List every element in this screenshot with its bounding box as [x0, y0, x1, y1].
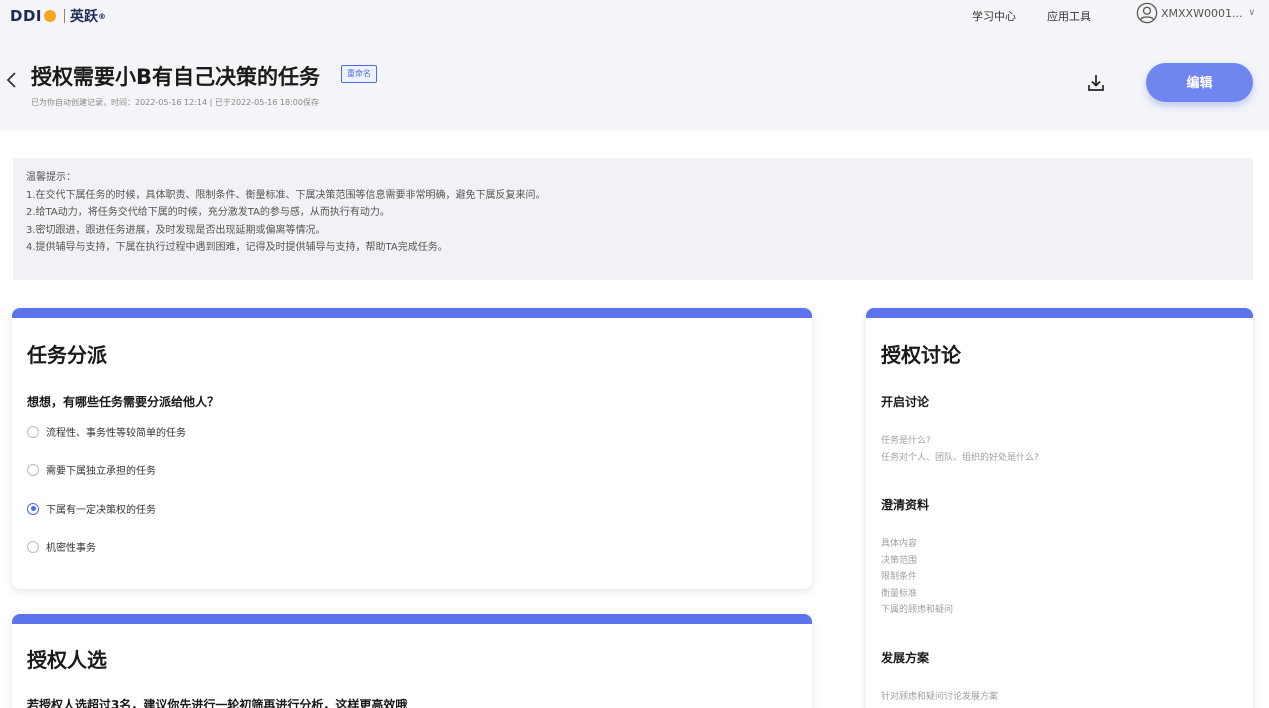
- radio-button[interactable]: [27, 425, 39, 438]
- card-title: 任务分派: [27, 343, 107, 367]
- option-label: 需要下属独立承担的任务: [46, 466, 156, 477]
- radio-button[interactable]: [27, 463, 39, 476]
- list-item: 下属的顾虑和疑问: [881, 605, 954, 615]
- section-heading: 开启讨论: [881, 395, 930, 409]
- radio-button-selected[interactable]: [27, 502, 39, 515]
- download-icon[interactable]: [1086, 73, 1106, 93]
- save-status-text: 已为你自动创建记录，时间：2022-05-16 12:14 | 已于2022-0…: [31, 98, 319, 107]
- list-item: 任务是什么?: [881, 436, 931, 446]
- section-items: 任务是什么? 任务对个人、团队、组织的好处是什么?: [881, 433, 1039, 466]
- discussion-card: 授权讨论 开启讨论 任务是什么? 任务对个人、团队、组织的好处是什么? 澄清资料…: [866, 308, 1253, 708]
- logo-dot: [43, 10, 56, 22]
- section-heading: 发展方案: [881, 651, 930, 665]
- logo-registered-mark: ®: [97, 11, 106, 21]
- nav-link-app-tools[interactable]: 应用工具: [1047, 8, 1091, 24]
- chevron-down-icon: ∨: [1248, 8, 1256, 18]
- logo-divider: [63, 9, 65, 23]
- card-question: 若授权人选超过3名，建议你先进行一轮初筛再进行分析，这样更高效哦: [27, 698, 408, 708]
- chevron-left-icon[interactable]: [5, 70, 19, 90]
- card-title: 授权人选: [27, 648, 107, 672]
- tips-heading: 温馨提示：: [26, 172, 76, 183]
- radio-button[interactable]: [27, 540, 39, 553]
- card-question: 想想，有哪些任务需要分派给他人？: [27, 395, 220, 409]
- option-label: 机密性事务: [46, 543, 96, 554]
- top-nav: DDI 英跃 ® 学习中心 应用工具 XMXXW0001... ∨: [0, 0, 1269, 34]
- nav-link-learning-center[interactable]: 学习中心: [972, 8, 1016, 24]
- user-circle-icon: [1136, 2, 1158, 24]
- card-title: 授权讨论: [881, 343, 961, 367]
- list-item: 决策范围: [881, 555, 918, 566]
- ddi-logo[interactable]: DDI 英跃 ®: [10, 6, 106, 26]
- radio-option[interactable]: 下属有一定决策权的任务: [27, 501, 156, 516]
- card-accent-bar: [12, 614, 812, 624]
- card-accent-bar: [12, 308, 812, 318]
- section-items: 针对顾虑和疑问讨论发展方案: [881, 689, 998, 706]
- section-heading: 澄清资料: [881, 498, 930, 512]
- user-menu[interactable]: XMXXW0001... ∨: [1136, 2, 1255, 24]
- list-item: 针对顾虑和疑问讨论发展方案: [881, 692, 999, 702]
- rename-button[interactable]: 重命名: [341, 65, 377, 83]
- option-label: 下属有一定决策权的任务: [46, 505, 156, 516]
- card-accent-bar: [866, 308, 1253, 318]
- tip-line: 1.在交代下属任务的时候，具体职责、限制条件、衡量标准、下属决策范围等信息需要非…: [26, 189, 546, 201]
- tip-line: 2.给TA动力，将任务交代给下属的时候，充分激发TA的参与感，从而执行有动力。: [26, 207, 390, 218]
- list-item: 任务对个人、团队、组织的好处是什么?: [881, 452, 1039, 463]
- record-header: 授权需要小B有自己决策的任务 重命名 已为你自动创建记录，时间：2022-05-…: [0, 34, 1269, 130]
- candidate-card: 授权人选 若授权人选超过3名，建议你先进行一轮初筛再进行分析，这样更高效哦: [12, 614, 812, 708]
- option-label: 流程性、事务性等较简单的任务: [46, 428, 186, 439]
- edit-button[interactable]: 编辑: [1146, 63, 1253, 102]
- tip-line: 4.提供辅导与支持，下属在执行过程中遇到困难，记得及时提供辅导与支持，帮助TA完…: [26, 242, 448, 253]
- tips-box: 温馨提示： 1.在交代下属任务的时候，具体职责、限制条件、衡量标准、下属决策范围…: [13, 158, 1253, 280]
- task-assignment-card: 任务分派 想想，有哪些任务需要分派给他人？ 流程性、事务性等较简单的任务 需要下…: [12, 308, 812, 589]
- radio-option[interactable]: 需要下属独立承担的任务: [27, 462, 156, 477]
- list-item: 具体内容: [881, 539, 918, 549]
- logo-ddi-text: DDI: [10, 7, 42, 25]
- radio-option[interactable]: 机密性事务: [27, 539, 96, 554]
- logo-brand-text: 英跃: [69, 9, 98, 25]
- list-item: 限制条件: [881, 572, 918, 582]
- user-name: XMXXW0001...: [1161, 6, 1243, 20]
- section-items: 具体内容 决策范围 限制条件 衡量标准 下属的顾虑和疑问: [881, 536, 953, 619]
- radio-option[interactable]: 流程性、事务性等较简单的任务: [27, 424, 186, 439]
- page-title: 授权需要小B有自己决策的任务: [31, 65, 321, 89]
- list-item: 衡量标准: [881, 588, 918, 599]
- tip-line: 3.密切跟进，跟进任务进展，及时发现是否出现延期或偏离等情况。: [26, 224, 326, 236]
